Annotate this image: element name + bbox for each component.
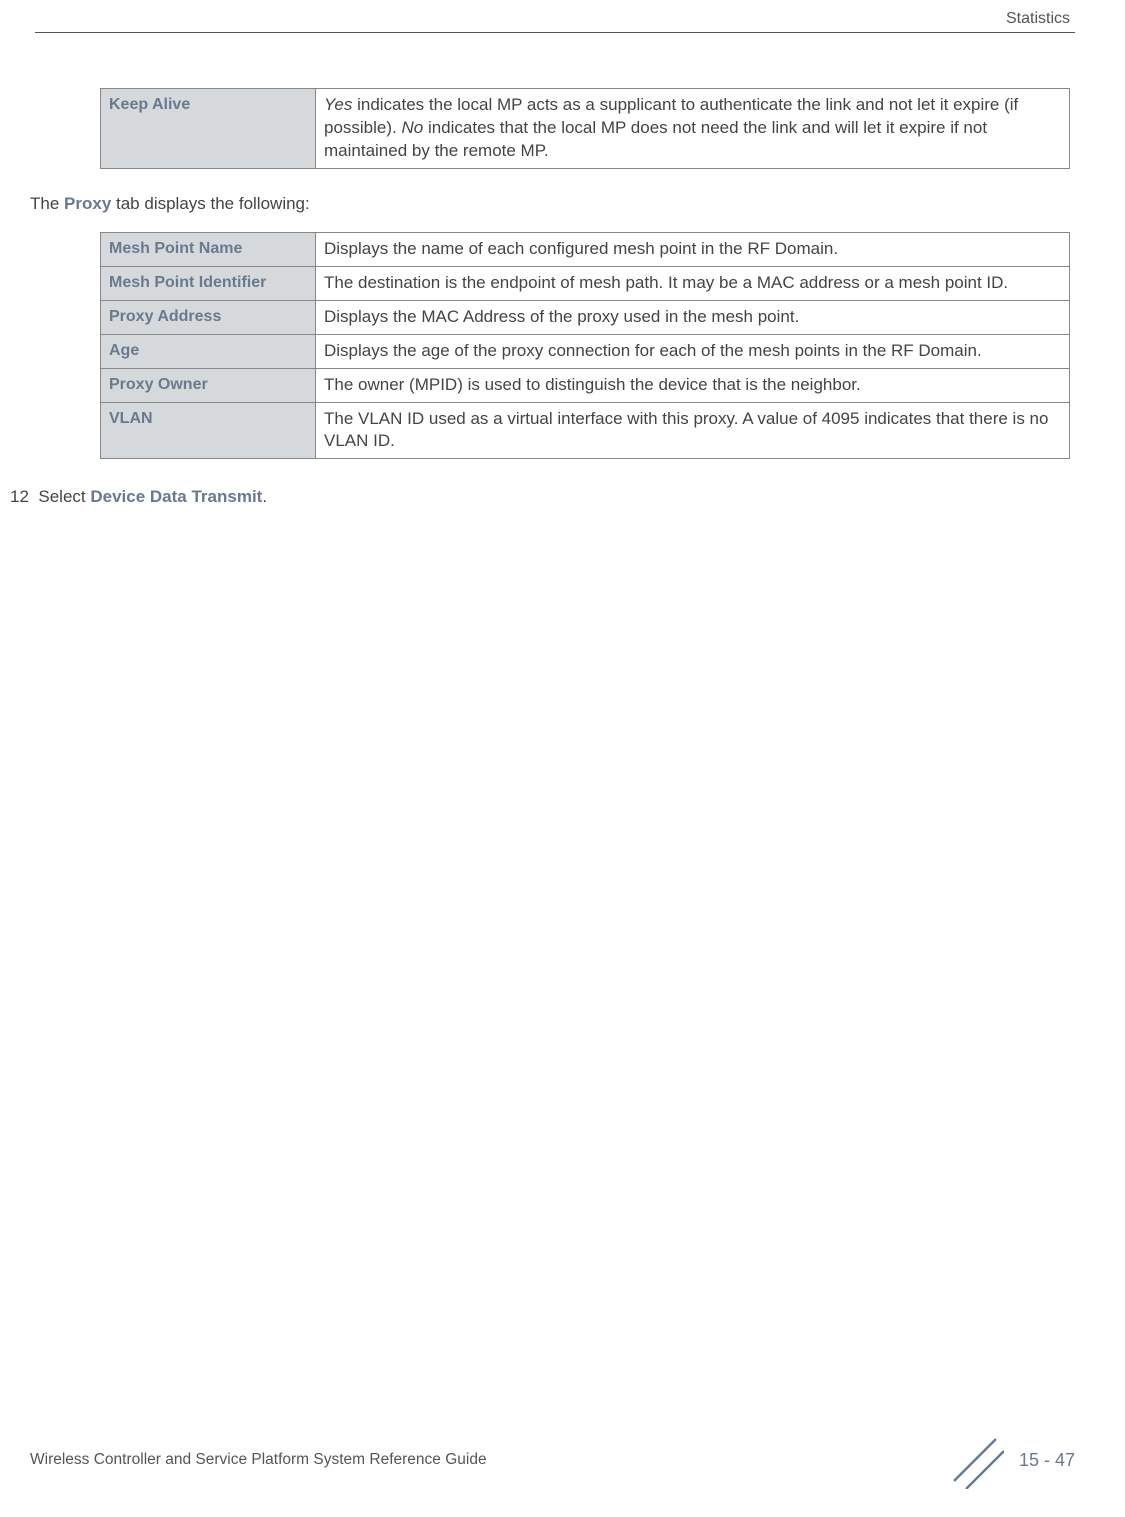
step-instruction: 12 Select Device Data Transmit. <box>10 487 1070 507</box>
header-rule <box>35 32 1075 33</box>
step-prefix: Select <box>38 487 90 506</box>
desc-text: indicates that the local MP does not nee… <box>324 118 987 160</box>
footer-doc-title: Wireless Controller and Service Platform… <box>30 1451 487 1469</box>
row-label: Mesh Point Identifier <box>101 266 316 300</box>
intro-bold: Proxy <box>64 194 111 213</box>
page-number: 15 - 47 <box>1019 1450 1075 1471</box>
table-row: Age Displays the age of the proxy connec… <box>101 334 1070 368</box>
table-row: Proxy Owner The owner (MPID) is used to … <box>101 368 1070 402</box>
table-row: VLAN The VLAN ID used as a virtual inter… <box>101 402 1070 459</box>
row-label: Keep Alive <box>101 89 316 169</box>
table-row: Mesh Point Name Displays the name of eac… <box>101 232 1070 266</box>
row-description: Yes indicates the local MP acts as a sup… <box>316 89 1070 169</box>
italic-text: Yes <box>324 95 352 114</box>
row-label: VLAN <box>101 402 316 459</box>
intro-prefix: The <box>30 194 64 213</box>
slash-icon <box>946 1431 1004 1489</box>
row-description: Displays the MAC Address of the proxy us… <box>316 300 1070 334</box>
row-description: The destination is the endpoint of mesh … <box>316 266 1070 300</box>
table-row: Keep Alive Yes indicates the local MP ac… <box>101 89 1070 169</box>
row-label: Age <box>101 334 316 368</box>
header-section-title: Statistics <box>15 10 1075 28</box>
row-label: Mesh Point Name <box>101 232 316 266</box>
row-description: Displays the name of each configured mes… <box>316 232 1070 266</box>
keep-alive-table: Keep Alive Yes indicates the local MP ac… <box>100 88 1070 169</box>
step-suffix: . <box>262 487 267 506</box>
row-description: The VLAN ID used as a virtual interface … <box>316 402 1070 459</box>
intro-suffix: tab displays the following: <box>111 194 309 213</box>
italic-text: No <box>401 118 423 137</box>
footer-right: 15 - 47 <box>946 1431 1075 1489</box>
intro-paragraph: The Proxy tab displays the following: <box>30 194 1070 214</box>
page-footer: Wireless Controller and Service Platform… <box>30 1431 1075 1489</box>
row-label: Proxy Owner <box>101 368 316 402</box>
step-number: 12 <box>10 487 29 506</box>
step-bold: Device Data Transmit <box>90 487 262 506</box>
row-description: Displays the age of the proxy connection… <box>316 334 1070 368</box>
table-row: Mesh Point Identifier The destination is… <box>101 266 1070 300</box>
row-label: Proxy Address <box>101 300 316 334</box>
proxy-table: Mesh Point Name Displays the name of eac… <box>100 232 1070 460</box>
table-row: Proxy Address Displays the MAC Address o… <box>101 300 1070 334</box>
row-description: The owner (MPID) is used to distinguish … <box>316 368 1070 402</box>
